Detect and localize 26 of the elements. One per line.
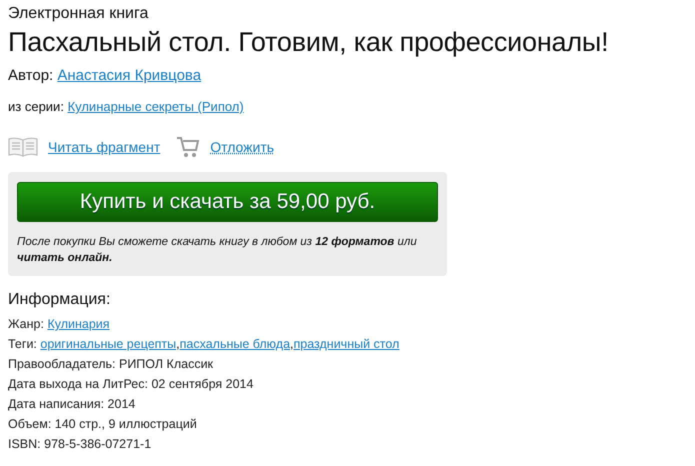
author-link[interactable]: Анастасия Кривцова — [57, 67, 202, 84]
postpone-link[interactable]: Отложить — [210, 139, 274, 155]
book-title: Пасхальный стол. Готовим, как профессионалы! — [8, 26, 610, 58]
info-text: Дата написания: 2014 — [8, 397, 136, 411]
info-heading: Информация: — [8, 290, 112, 310]
info-text: Правообладатель: РИПОЛ Классик — [8, 357, 214, 371]
info-label: Теги: — [8, 337, 37, 351]
buy-button[interactable]: Купить и скачать за 59,00 руб. — [17, 182, 438, 222]
purchase-note: После покупки Вы сможете скачать книгу в любом из 12 форматов или читать онлайн. — [17, 235, 418, 266]
info-text: ISBN: 978-5-386-07271-1 — [8, 437, 152, 451]
book-type-label: Электронная книга — [8, 4, 150, 24]
author-label: Автор: — [8, 67, 54, 84]
series-label: из серии: — [8, 99, 64, 114]
read-fragment-link[interactable]: Читать фрагмент — [48, 139, 160, 155]
info-text: Объем: 140 стр., 9 иллюстраций — [8, 417, 197, 431]
info-text: Дата выхода на ЛитРес: 02 сентября 2014 — [8, 377, 254, 391]
info-label: Жанр: — [8, 317, 44, 331]
separator: , — [176, 337, 180, 351]
info-link[interactable]: Кулинария — [47, 317, 110, 331]
series-link[interactable]: Кулинарные секреты (Рипол) — [68, 99, 244, 114]
info-link[interactable]: праздничный стол — [294, 337, 400, 351]
info-link[interactable]: пасхальные блюда — [180, 337, 290, 351]
info-link[interactable]: оригинальные рецепты — [40, 337, 176, 351]
separator: , — [290, 337, 294, 351]
open-book-icon — [8, 137, 38, 157]
cart-icon — [176, 136, 200, 158]
